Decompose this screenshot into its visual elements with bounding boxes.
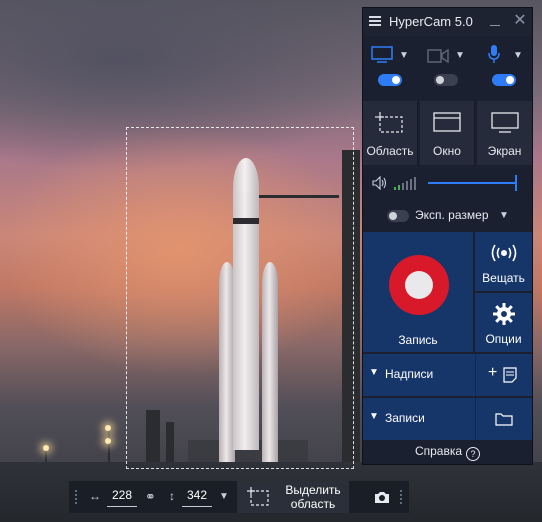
monitor-icon xyxy=(490,112,519,133)
mode-window-label: Окно xyxy=(433,144,461,158)
source-microphone[interactable]: ▼ xyxy=(483,44,527,68)
width-arrows-icon: ↔ xyxy=(89,489,101,503)
hypercam-panel: HyperCam 5.0 ✕ ▼ ▼ ▼ Область Окно Экран … xyxy=(362,7,533,465)
region-icon xyxy=(375,112,403,133)
chevron-down-icon[interactable]: ▼ xyxy=(219,491,229,502)
minimize-button[interactable] xyxy=(488,15,502,29)
select-area-label: Выделить область xyxy=(283,483,343,511)
close-button[interactable]: ✕ xyxy=(513,13,527,29)
app-title: HyperCam 5.0 xyxy=(389,14,473,29)
mode-region-button[interactable]: Область xyxy=(363,101,418,165)
height-arrows-icon: ↕ xyxy=(169,489,175,503)
broadcast-icon xyxy=(491,244,516,262)
broadcast-label: Вещать xyxy=(482,271,525,285)
mode-region-label: Область xyxy=(366,144,414,158)
source-webcam[interactable]: ▼ xyxy=(425,44,469,68)
plus-icon: + xyxy=(488,364,498,381)
chevron-down-icon: ▼ xyxy=(369,411,379,422)
capture-area-selection[interactable] xyxy=(126,127,354,469)
volume-row xyxy=(363,169,532,199)
microphone-toggle[interactable] xyxy=(492,74,516,86)
expanded-size-toggle[interactable] xyxy=(387,210,409,222)
record-label: Запись xyxy=(398,333,438,347)
link-icon[interactable]: ⚭ xyxy=(145,489,156,505)
help-label: Справка xyxy=(414,444,463,458)
volume-slider-handle[interactable] xyxy=(515,175,517,191)
help-link[interactable]: Справка? xyxy=(363,444,532,464)
height-field[interactable]: 342 xyxy=(182,488,212,507)
chevron-down-icon: ▼ xyxy=(369,367,379,378)
options-button[interactable]: Опции xyxy=(475,293,532,352)
open-folder-button[interactable] xyxy=(475,398,532,440)
volume-slider[interactable] xyxy=(428,182,516,184)
chevron-down-icon[interactable]: ▼ xyxy=(499,210,509,221)
webcam-icon xyxy=(427,49,449,63)
options-label: Опции xyxy=(485,332,522,346)
screen-toggle[interactable] xyxy=(378,74,402,86)
select-area-button[interactable]: Выделить область xyxy=(237,481,349,513)
mode-window-button[interactable]: Окно xyxy=(420,101,475,165)
webcam-toggle[interactable] xyxy=(434,74,458,86)
light-lamp-3 xyxy=(105,438,111,444)
mode-screen-label: Экран xyxy=(487,144,522,158)
record-area: Запись Вещать Опции xyxy=(363,232,532,352)
mode-screen-button[interactable]: Экран xyxy=(477,101,532,165)
capture-modes: Область Окно Экран xyxy=(363,101,532,167)
light-lamp xyxy=(43,445,49,451)
record-icon xyxy=(389,255,449,315)
help-icon: ? xyxy=(466,447,481,461)
chevron-down-icon: ▼ xyxy=(399,50,409,61)
microphone-icon xyxy=(488,45,500,63)
drag-handle-icon[interactable] xyxy=(399,489,403,505)
chevron-down-icon: ▼ xyxy=(513,50,523,61)
note-icon xyxy=(503,367,517,383)
speaker-icon[interactable] xyxy=(372,176,388,190)
recordings-label: Записи xyxy=(385,411,425,425)
camera-icon[interactable] xyxy=(374,491,390,504)
chevron-down-icon: ▼ xyxy=(455,50,465,61)
recordings-row[interactable]: ▼ Записи xyxy=(363,398,532,440)
expanded-size-label: Эксп. размер xyxy=(415,208,489,222)
record-button[interactable]: Запись xyxy=(363,232,473,352)
captions-label: Надписи xyxy=(385,367,434,381)
broadcast-button[interactable]: Вещать xyxy=(475,232,532,291)
source-screen[interactable]: ▼ xyxy=(369,44,413,68)
width-field[interactable]: 228 xyxy=(107,488,137,507)
select-area-line2: область xyxy=(290,497,336,511)
monitor-icon xyxy=(371,46,393,63)
captions-row[interactable]: ▼ Надписи + xyxy=(363,354,532,396)
gear-icon xyxy=(492,303,515,325)
title-bar[interactable]: HyperCam 5.0 ✕ xyxy=(363,8,532,36)
expanded-size-row[interactable]: Эксп. размер ▼ xyxy=(363,205,532,227)
add-caption-button[interactable]: + xyxy=(475,354,532,396)
selection-toolbar: ↔ 228 ⚭ ↕ 342 ▼ Выделить область xyxy=(69,481,409,513)
window-icon xyxy=(433,112,461,132)
drag-handle-icon[interactable] xyxy=(74,489,78,505)
menu-icon[interactable] xyxy=(369,16,381,26)
light-lamp-2 xyxy=(105,425,111,431)
level-meter-icon xyxy=(394,177,416,190)
select-area-line1: Выделить xyxy=(285,483,341,497)
folder-icon xyxy=(495,413,513,426)
region-icon xyxy=(247,487,269,506)
